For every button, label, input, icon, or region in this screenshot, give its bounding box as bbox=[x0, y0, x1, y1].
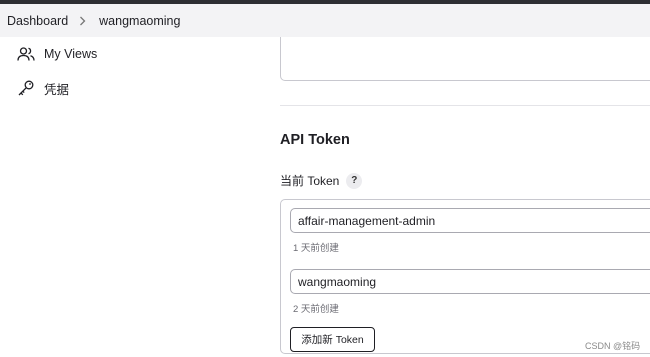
help-icon[interactable]: ? bbox=[346, 172, 363, 189]
current-token-label: 当前 Token bbox=[280, 174, 340, 188]
watermark: CSDN @铭码 bbox=[585, 341, 641, 351]
token-created-text: 2 天前创建 bbox=[293, 304, 339, 315]
sidebar-item-my-views[interactable]: My Views bbox=[0, 37, 270, 71]
current-token-label-row: 当前 Token ? bbox=[280, 172, 363, 189]
description-textarea[interactable] bbox=[280, 37, 650, 81]
chevron-right-icon bbox=[79, 16, 86, 26]
section-divider bbox=[280, 105, 650, 106]
sidebar-item-label: My Views bbox=[44, 47, 98, 61]
token-created-text: 1 天前创建 bbox=[293, 243, 339, 254]
token-panel: 1 天前创建 2 天前创建 添加新 Token bbox=[280, 199, 650, 354]
breadcrumb: Dashboard wangmaoming bbox=[0, 4, 650, 37]
token-name-input[interactable] bbox=[290, 208, 650, 233]
section-title: API Token bbox=[280, 132, 350, 148]
token-name-input[interactable] bbox=[290, 269, 650, 294]
sidebar-item-label: 凭据 bbox=[44, 82, 70, 97]
sidebar-item-credentials[interactable]: 凭据 bbox=[0, 71, 270, 105]
add-token-button[interactable]: 添加新 Token bbox=[290, 327, 375, 352]
breadcrumb-user[interactable]: wangmaoming bbox=[99, 14, 180, 28]
breadcrumb-dashboard[interactable]: Dashboard bbox=[7, 14, 68, 28]
key-icon bbox=[17, 79, 35, 97]
people-icon bbox=[17, 45, 35, 63]
sidebar: My Views 凭据 bbox=[0, 37, 270, 105]
